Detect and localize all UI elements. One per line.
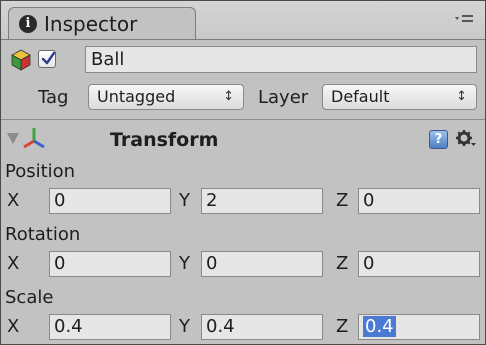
active-checkbox[interactable] — [38, 50, 56, 68]
layer-dropdown[interactable]: Default ↕ — [322, 84, 477, 110]
position-y-label[interactable]: Y — [179, 190, 190, 211]
position-label: Position — [5, 161, 76, 182]
position-y-input[interactable]: 2 — [201, 188, 323, 214]
position-z-label[interactable]: Z — [336, 190, 348, 211]
tab-inspector[interactable]: i Inspector — [8, 7, 196, 39]
foldout-arrow-icon[interactable] — [7, 133, 19, 144]
rotation-y-input[interactable]: 0 — [201, 251, 323, 277]
scale-x-label[interactable]: X — [7, 316, 19, 337]
inspector-panel: i Inspector Ball Tag Untagged ↕ Layer De… — [0, 0, 486, 345]
scale-label: Scale — [5, 287, 54, 308]
transform-axes-icon — [23, 128, 45, 149]
help-icon[interactable]: ? — [429, 130, 448, 149]
rotation-label: Rotation — [5, 224, 81, 245]
scale-x-input[interactable]: 0.4 — [49, 314, 171, 340]
checkmark-icon — [41, 51, 56, 65]
cube-icon — [11, 49, 31, 71]
position-z-input[interactable]: 0 — [358, 188, 480, 214]
tag-label: Tag — [38, 87, 69, 108]
layer-value: Default — [331, 87, 390, 106]
tag-layer-row: Tag Untagged ↕ Layer Default ↕ — [1, 81, 485, 115]
tab-bar: i Inspector — [1, 1, 485, 40]
object-name-input[interactable]: Ball — [85, 46, 477, 73]
scale-y-label[interactable]: Y — [179, 316, 190, 337]
info-icon: i — [19, 14, 37, 33]
tab-title: Inspector — [44, 11, 138, 36]
position-x-input[interactable]: 0 — [49, 188, 171, 214]
tag-dropdown[interactable]: Untagged ↕ — [88, 84, 244, 110]
selected-text: 0.4 — [363, 316, 396, 337]
gear-icon[interactable] — [455, 129, 477, 149]
menu-icon[interactable] — [455, 12, 473, 26]
transform-header[interactable]: Transform ? — [1, 119, 485, 160]
dropdown-arrows-icon: ↕ — [456, 89, 467, 104]
tag-value: Untagged — [97, 87, 176, 106]
layer-label: Layer — [258, 87, 309, 108]
component-title: Transform — [110, 129, 219, 151]
rotation-z-input[interactable]: 0 — [358, 251, 480, 277]
position-x-label[interactable]: X — [7, 190, 19, 211]
rotation-z-label[interactable]: Z — [336, 253, 348, 274]
scale-y-input[interactable]: 0.4 — [201, 314, 323, 340]
rotation-x-input[interactable]: 0 — [49, 251, 171, 277]
scale-z-label[interactable]: Z — [336, 316, 348, 337]
object-header: Ball — [1, 41, 485, 79]
rotation-y-label[interactable]: Y — [179, 253, 190, 274]
scale-z-input[interactable]: 0.4 — [358, 314, 480, 340]
dropdown-arrows-icon: ↕ — [223, 89, 234, 104]
rotation-x-label[interactable]: X — [7, 253, 19, 274]
